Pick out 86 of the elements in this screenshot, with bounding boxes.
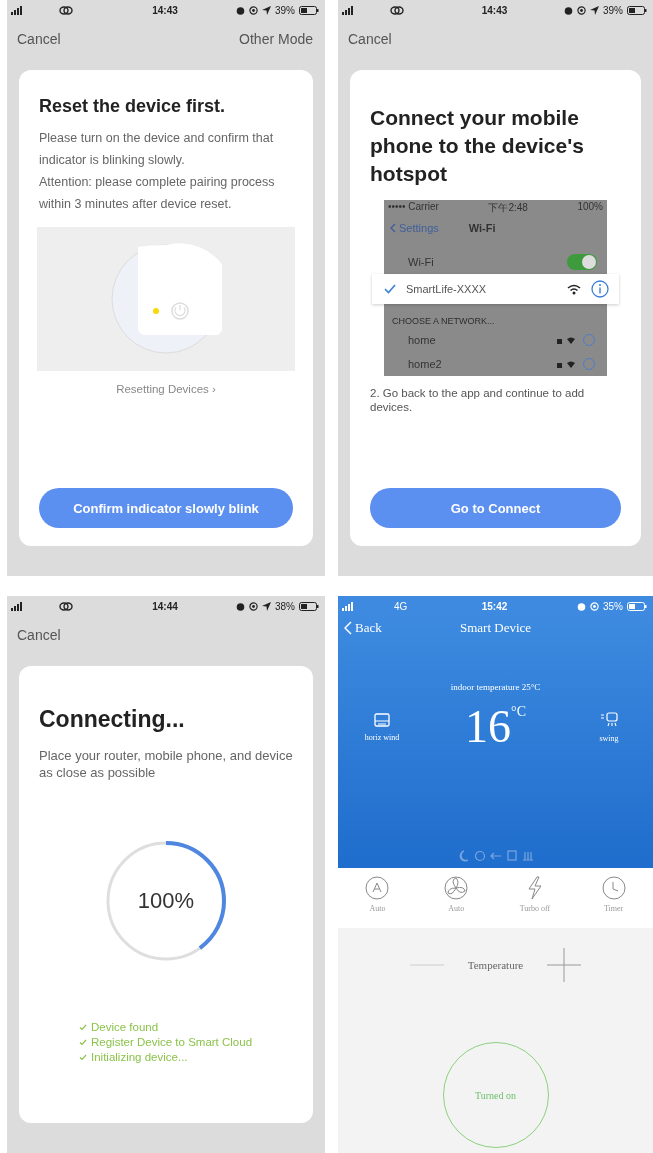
battery-percentage: 39% [274, 4, 295, 16]
status-time: 14:43 [481, 4, 508, 16]
card-title: Connect your mobile phone to the device's hotspot [370, 105, 585, 187]
back-link[interactable]: Back [344, 620, 404, 636]
louver-icon[interactable] [374, 712, 390, 727]
rotation-lock-icon [589, 601, 599, 611]
wifi-title: Wi-Fi [468, 222, 496, 234]
status-time: 14:43 [152, 4, 178, 16]
progress-step: Initializing device... [91, 1050, 188, 1065]
letter-a-icon [365, 876, 390, 900]
instruction-text: Please turn on the device and confirm that indicator is blinking slowly. [39, 130, 275, 169]
mode-button[interactable]: Auto [426, 876, 487, 922]
cancel-link[interactable]: Cancel [17, 31, 61, 47]
battery-icon [627, 601, 647, 611]
alarm-icon [235, 5, 245, 15]
settings-back-link[interactable]: Settings [390, 222, 439, 234]
status-time: 15:42 [481, 600, 508, 612]
status-time: 下午2:48 [488, 201, 528, 215]
moon-icon [457, 850, 470, 862]
arrow-icon [489, 850, 502, 862]
signal-icon [11, 5, 25, 15]
temperature-unit: °C [511, 704, 526, 719]
wifi-toggle[interactable] [567, 254, 597, 270]
progress-step: Device found [91, 1020, 159, 1035]
heat-lines-icon [521, 850, 534, 862]
cancel-link[interactable]: Cancel [17, 627, 61, 643]
progress-step: Register Device to Smart Cloud [91, 1035, 253, 1050]
battery-percentage: 39% [602, 4, 623, 16]
circle-icon [473, 850, 486, 862]
fan-icon [444, 876, 469, 900]
swing-label: swing [599, 733, 619, 743]
battery-percentage: 100% [577, 201, 603, 214]
network-type: 4G [394, 600, 408, 612]
section-header: CHOOSE A NETWORK... [391, 315, 496, 328]
rotation-lock-icon [576, 5, 586, 15]
signal-icon [342, 5, 356, 15]
info-icon[interactable] [591, 280, 609, 298]
rotation-lock-icon [248, 601, 258, 611]
instruction-text: 2. Go back to the app and continue to add devices. [370, 386, 586, 414]
status-time: 14:44 [152, 600, 178, 612]
wifi-icon [567, 283, 581, 295]
other-mode-link[interactable]: Other Mode [239, 31, 313, 47]
signal-icon [11, 601, 25, 611]
cancel-link[interactable]: Cancel [348, 31, 392, 47]
carrier-text: ••••• Carrier [388, 201, 439, 214]
lock-wifi-info-icon [557, 358, 597, 370]
alarm-icon [235, 601, 245, 611]
link-icon [390, 5, 404, 15]
battery-percentage: 38% [274, 600, 295, 612]
alarm-icon [576, 601, 586, 611]
mode-button[interactable]: Timer [583, 876, 644, 922]
link-icon [59, 601, 73, 611]
rotation-lock-icon [248, 5, 258, 15]
go-to-connect-button[interactable]: Go to Connect [370, 488, 621, 528]
instruction-text: Attention: please complete pairing process within 3 minutes after device reset. [39, 174, 276, 213]
card-title: Connecting... [39, 706, 186, 733]
network-row[interactable]: SmartLife-XXXX [372, 274, 619, 304]
network-name: home [408, 334, 436, 346]
card-title: Reset the device first. [39, 96, 227, 117]
horiz-wind-label: horiz wind [364, 732, 400, 742]
battery-icon [299, 5, 319, 15]
wifi-label: Wi-Fi [408, 256, 434, 268]
battery-icon [299, 601, 319, 611]
resetting-devices-link[interactable]: Resetting Devices › [116, 383, 216, 395]
alarm-icon [563, 5, 573, 15]
lock-wifi-info-icon [557, 334, 597, 346]
temperature-label: Temperature [467, 959, 524, 971]
battery-icon [627, 5, 647, 15]
set-temperature: 16 [465, 702, 512, 752]
screen-title: Smart Device [459, 620, 532, 636]
clock-icon [601, 876, 626, 900]
network-name: home2 [408, 358, 442, 370]
mode-button[interactable]: Turbo off [504, 876, 565, 922]
swing-icon[interactable] [600, 711, 618, 728]
instruction-text: Place your router, mobile phone, and device as close as possible [39, 747, 293, 781]
signal-icon [342, 601, 356, 611]
chevron-left-icon [390, 223, 396, 233]
network-name: SmartLife-XXXX [406, 283, 488, 295]
indoor-temperature: indoor temperature 25°C [449, 682, 542, 692]
chevron-left-icon [344, 621, 352, 635]
confirm-button[interactable]: Confirm indicator slowly blink [39, 488, 293, 528]
battery-percentage: 35% [602, 600, 623, 612]
progress-percentage: 100% [137, 888, 195, 914]
mode-button[interactable]: Auto [347, 876, 408, 922]
square-icon [505, 850, 518, 862]
link-icon [59, 5, 73, 15]
